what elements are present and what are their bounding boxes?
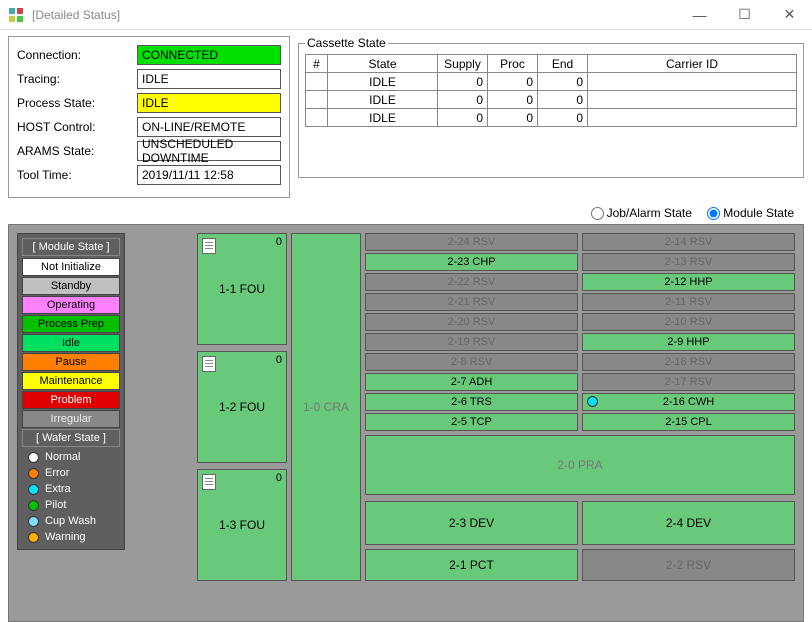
connection-label: Connection: — [17, 48, 137, 62]
cassette-icon — [202, 356, 216, 372]
col-supply: Supply — [438, 55, 488, 73]
module-slot[interactable]: 2-10 RSV — [582, 313, 795, 331]
legend-process-prep: Process Prep — [22, 315, 120, 333]
tracing-value: IDLE — [137, 69, 281, 89]
host-control-value: ON-LINE/REMOTE — [137, 117, 281, 137]
dot-icon — [28, 500, 39, 511]
wafer-extra: Extra — [22, 481, 120, 497]
module-pra[interactable]: 2-0 PRA — [365, 435, 795, 495]
process-state-value: IDLE — [137, 93, 281, 113]
cassette-legend: Cassette State — [305, 36, 388, 50]
module-slot[interactable]: 2-11 RSV — [582, 293, 795, 311]
dot-icon — [28, 516, 39, 527]
tool-time-label: Tool Time: — [17, 168, 137, 182]
module-slot[interactable]: 2-16 CWH — [582, 393, 795, 411]
module-slot[interactable]: 2-8 RSV — [365, 353, 578, 371]
module-slot[interactable]: 2-22 RSV — [365, 273, 578, 291]
module-slot[interactable]: 2-6 TRS — [365, 393, 578, 411]
col-end: End — [538, 55, 588, 73]
table-row: IDLE000 — [306, 109, 797, 127]
app-icon — [8, 7, 24, 23]
col-state: State — [328, 55, 438, 73]
module-slot[interactable]: 2-7 ADH — [365, 373, 578, 391]
arams-state-value: UNSCHEDULED DOWNTIME — [137, 141, 281, 161]
wafer-warning: Warning — [22, 529, 120, 545]
table-row: IDLE000 — [306, 73, 797, 91]
cassette-icon — [202, 238, 216, 254]
legend-irregular: Irregular — [22, 410, 120, 428]
legend-standby: Standby — [22, 277, 120, 295]
dot-icon — [28, 484, 39, 495]
wafer-dot-icon — [587, 396, 598, 407]
table-row: IDLE000 — [306, 91, 797, 109]
close-button[interactable]: ✕ — [767, 0, 812, 30]
col-carrier: Carrier ID — [588, 55, 797, 73]
radio-module-state[interactable]: Module State — [707, 206, 794, 220]
legend-panel: [ Module State ] Not Initialize Standby … — [17, 233, 125, 550]
module-slot[interactable]: 2-24 RSV — [365, 233, 578, 251]
module-slot[interactable]: 2-5 TCP — [365, 413, 578, 431]
cassette-table: # State Supply Proc End Carrier ID IDLE0… — [305, 54, 797, 127]
titlebar: [Detailed Status] ― ☐ ✕ — [0, 0, 812, 30]
status-panel: Connection:CONNECTED Tracing:IDLE Proces… — [8, 36, 290, 198]
legend-not-initialize: Not Initialize — [22, 258, 120, 276]
view-radio-row: Job/Alarm State Module State — [0, 202, 812, 224]
legend-problem: Problem — [22, 391, 120, 409]
minimize-button[interactable]: ― — [677, 0, 722, 30]
window-title: [Detailed Status] — [32, 8, 677, 22]
module-map: [ Module State ] Not Initialize Standby … — [8, 224, 804, 622]
legend-operating: Operating — [22, 296, 120, 314]
module-fou-3[interactable]: 01-3 FOU — [197, 469, 287, 581]
module-slot[interactable]: 2-19 RSV — [365, 333, 578, 351]
module-pct[interactable]: 2-1 PCT — [365, 549, 578, 581]
module-slot[interactable]: 2-21 RSV — [365, 293, 578, 311]
cassette-fieldset: Cassette State # State Supply Proc End C… — [298, 36, 804, 178]
module-slot[interactable]: 2-23 CHP — [365, 253, 578, 271]
host-control-label: HOST Control: — [17, 120, 137, 134]
wafer-cup-wash: Cup Wash — [22, 513, 120, 529]
legend-pause: Pause — [22, 353, 120, 371]
tool-time-value: 2019/11/11 12:58 — [137, 165, 281, 185]
legend-maintenance: Maintenance — [22, 372, 120, 390]
module-slot[interactable]: 2-12 HHP — [582, 273, 795, 291]
module-slot[interactable]: 2-15 CPL — [582, 413, 795, 431]
module-dev-r[interactable]: 2-4 DEV — [582, 501, 795, 545]
wafer-error: Error — [22, 465, 120, 481]
connection-value: CONNECTED — [137, 45, 281, 65]
tracing-label: Tracing: — [17, 72, 137, 86]
radio-job-alarm[interactable]: Job/Alarm State — [591, 206, 692, 220]
arams-state-label: ARAMS State: — [17, 144, 137, 158]
dot-icon — [28, 452, 39, 463]
module-cra[interactable]: 1-0 CRA — [291, 233, 361, 581]
cassette-icon — [202, 474, 216, 490]
wafer-normal: Normal — [22, 449, 120, 465]
module-slot[interactable]: 2-20 RSV — [365, 313, 578, 331]
module-slot[interactable]: 2-18 RSV — [582, 353, 795, 371]
module-rsv-2-2[interactable]: 2-2 RSV — [582, 549, 795, 581]
dot-icon — [28, 532, 39, 543]
module-state-header: [ Module State ] — [22, 238, 120, 256]
module-fou-2[interactable]: 01-2 FOU — [197, 351, 287, 463]
dot-icon — [28, 468, 39, 479]
wafer-pilot: Pilot — [22, 497, 120, 513]
legend-idle: Idle — [22, 334, 120, 352]
process-state-label: Process State: — [17, 96, 137, 110]
col-num: # — [306, 55, 328, 73]
col-proc: Proc — [488, 55, 538, 73]
wafer-state-header: [ Wafer State ] — [22, 429, 120, 447]
maximize-button[interactable]: ☐ — [722, 0, 767, 30]
module-slot[interactable]: 2-14 RSV — [582, 233, 795, 251]
module-slot[interactable]: 2-9 HHP — [582, 333, 795, 351]
module-slot[interactable]: 2-13 RSV — [582, 253, 795, 271]
module-dev-l[interactable]: 2-3 DEV — [365, 501, 578, 545]
module-fou-1[interactable]: 01-1 FOU — [197, 233, 287, 345]
module-slot[interactable]: 2-17 RSV — [582, 373, 795, 391]
